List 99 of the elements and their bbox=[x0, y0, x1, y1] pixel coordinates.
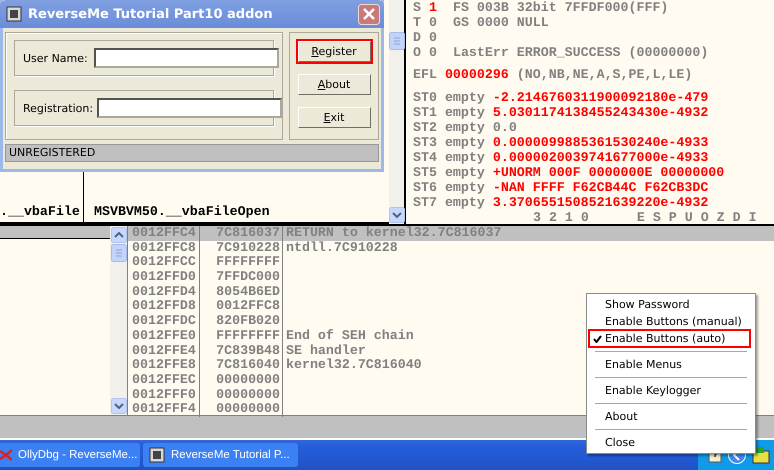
flag-name: D bbox=[413, 30, 421, 45]
register-name: ST3 bbox=[413, 135, 437, 150]
register-value: 00000296 bbox=[444, 67, 509, 82]
taskbar-button[interactable]: OllyDbg - ReverseMe... bbox=[0, 443, 140, 467]
flag-name: S bbox=[413, 0, 421, 15]
stack-address[interactable]: 0012FFD4 bbox=[128, 284, 200, 300]
stack-value: 7C816040 bbox=[200, 358, 283, 373]
input-field[interactable] bbox=[94, 48, 279, 68]
register-value: 0.0000099885361530240e-4933 bbox=[492, 135, 708, 150]
stack-value: FFFFFFFF bbox=[200, 255, 283, 270]
stack-address[interactable]: 0012FFF0 bbox=[128, 388, 200, 402]
stack-value: 820FB020 bbox=[200, 314, 283, 329]
app-icon bbox=[6, 6, 22, 22]
app-icon bbox=[149, 447, 165, 463]
flag-value: 0 bbox=[428, 15, 437, 30]
stack-address[interactable]: 0012FFD8 bbox=[128, 299, 200, 314]
field-label: User Name: bbox=[23, 52, 88, 64]
disassembly-text: MSVBVM50.__vbaFileOpen bbox=[94, 204, 270, 221]
segment-info: LastErr ERROR_SUCCESS (00000000) bbox=[452, 45, 708, 60]
dialog-button[interactable]: Register bbox=[298, 41, 370, 62]
close-button[interactable] bbox=[358, 4, 380, 24]
register-value: 3.3706551508521639220e-4932 bbox=[492, 195, 708, 210]
stack-address[interactable]: 0012FFE8 bbox=[128, 358, 200, 373]
register-tag: empty bbox=[444, 195, 485, 210]
scroll-down-button[interactable] bbox=[388, 207, 404, 223]
stack-value: 7C816037 bbox=[200, 226, 283, 241]
menu-item[interactable]: Enable Buttons (auto) bbox=[589, 330, 750, 347]
stack-value: 7C839B48 bbox=[200, 344, 283, 358]
register-name: ST5 bbox=[413, 165, 437, 180]
flag-value: 0 bbox=[428, 45, 437, 60]
menu-item[interactable]: Enable Buttons (manual) bbox=[589, 313, 750, 330]
menu-item[interactable]: About bbox=[589, 408, 750, 425]
window-title: ReverseMe Tutorial Part10 addon bbox=[28, 6, 274, 22]
register-tag: empty bbox=[444, 90, 485, 105]
register-tag: empty bbox=[444, 150, 485, 165]
register-name: ST6 bbox=[413, 180, 437, 195]
stack-comment: ntdll.7C910228 bbox=[285, 240, 398, 256]
flags-info: (NO,NB,NE,A,S,PE,L,LE) bbox=[516, 67, 692, 82]
dialog-button[interactable]: Exit bbox=[298, 107, 370, 128]
segment-info: FS 003B 32bit 7FFDF000(FFF) bbox=[452, 0, 668, 15]
input-field[interactable] bbox=[97, 98, 282, 118]
scroll-down-button[interactable] bbox=[110, 398, 126, 414]
flag-name: O bbox=[413, 45, 421, 60]
register-tag: empty bbox=[444, 165, 485, 180]
field-label: Registration: bbox=[23, 102, 91, 114]
stack-value: 00000000 bbox=[200, 388, 283, 402]
taskbar-button[interactable]: ReverseMe Tutorial P... bbox=[143, 443, 298, 467]
menu-item[interactable]: Enable Menus bbox=[589, 356, 750, 373]
stack-address[interactable]: 0012FFDC bbox=[128, 314, 200, 329]
flag-value: 0 bbox=[428, 30, 437, 45]
stack-value: 00000000 bbox=[200, 372, 283, 388]
scroll-thumb[interactable] bbox=[388, 32, 404, 50]
flag-name: T bbox=[413, 15, 421, 30]
stack-value: 0012FFC8 bbox=[200, 299, 283, 314]
flag-value: 1 bbox=[428, 0, 437, 15]
status-bar: UNREGISTERED bbox=[5, 144, 379, 162]
exception-flags: E S P U O Z D I bbox=[636, 210, 757, 225]
register-name: ST7 bbox=[413, 195, 437, 210]
register-tag: empty bbox=[444, 105, 485, 120]
condition-bits: 3 2 1 0 bbox=[533, 210, 589, 225]
register-name: EFL bbox=[413, 67, 437, 82]
stack-comment: SE handler bbox=[285, 344, 366, 358]
stack-address[interactable]: 0012FFD0 bbox=[128, 270, 200, 285]
segment-info: GS 0000 NULL bbox=[452, 15, 549, 30]
bug-icon bbox=[0, 448, 12, 462]
register-value: 5.0301174138455243430e-4932 bbox=[492, 105, 708, 120]
register-name: ST0 bbox=[413, 90, 437, 105]
scroll-up-button[interactable] bbox=[110, 227, 126, 243]
register-name: ST4 bbox=[413, 150, 437, 165]
register-tag: empty bbox=[444, 180, 485, 195]
stack-address[interactable]: 0012FFE4 bbox=[128, 344, 200, 358]
menu-item[interactable]: Show Password bbox=[589, 296, 750, 313]
register-tag: empty bbox=[444, 135, 485, 150]
stack-address[interactable]: 0012FFC8 bbox=[128, 240, 200, 256]
menu-item[interactable]: Enable Keylogger bbox=[589, 382, 750, 399]
scroll-thumb[interactable] bbox=[110, 244, 126, 262]
menu-item[interactable]: Close bbox=[589, 434, 750, 451]
stack-value: 7C910228 bbox=[200, 240, 283, 256]
dialog-button[interactable]: About bbox=[298, 74, 370, 95]
register-value: -2.2146760311900092180e-479 bbox=[492, 90, 708, 105]
register-tag: empty bbox=[444, 120, 485, 135]
stack-address[interactable]: 0012FFCC bbox=[128, 255, 200, 270]
register-name: ST1 bbox=[413, 105, 437, 120]
stack-address[interactable]: 0012FFC4 bbox=[128, 226, 200, 241]
stack-address[interactable]: 0012FFEC bbox=[128, 372, 200, 388]
app-icon[interactable] bbox=[752, 446, 770, 464]
stack-value: FFFFFFFF bbox=[200, 328, 283, 344]
stack-comment: RETURN to kernel32.7C816037 bbox=[283, 226, 774, 241]
register-value: 0.0 bbox=[492, 120, 517, 135]
register-value: 0.0000020039741677000e-4933 bbox=[492, 150, 708, 165]
disassembly-text: .__vbaFile bbox=[0, 204, 81, 221]
stack-address[interactable]: 0012FFE0 bbox=[128, 328, 200, 344]
stack-comment: kernel32.7C816040 bbox=[285, 358, 422, 373]
register-value: -NAN FFFF F62CB44C F62CB3DC bbox=[492, 180, 708, 195]
stack-value: 7FFDC000 bbox=[200, 270, 283, 285]
stack-value: 8054B6ED bbox=[200, 284, 283, 300]
register-value: +UNORM 000F 0000000E 00000000 bbox=[492, 165, 724, 180]
register-name: ST2 bbox=[413, 120, 437, 135]
stack-comment: End of SEH chain bbox=[285, 328, 414, 344]
